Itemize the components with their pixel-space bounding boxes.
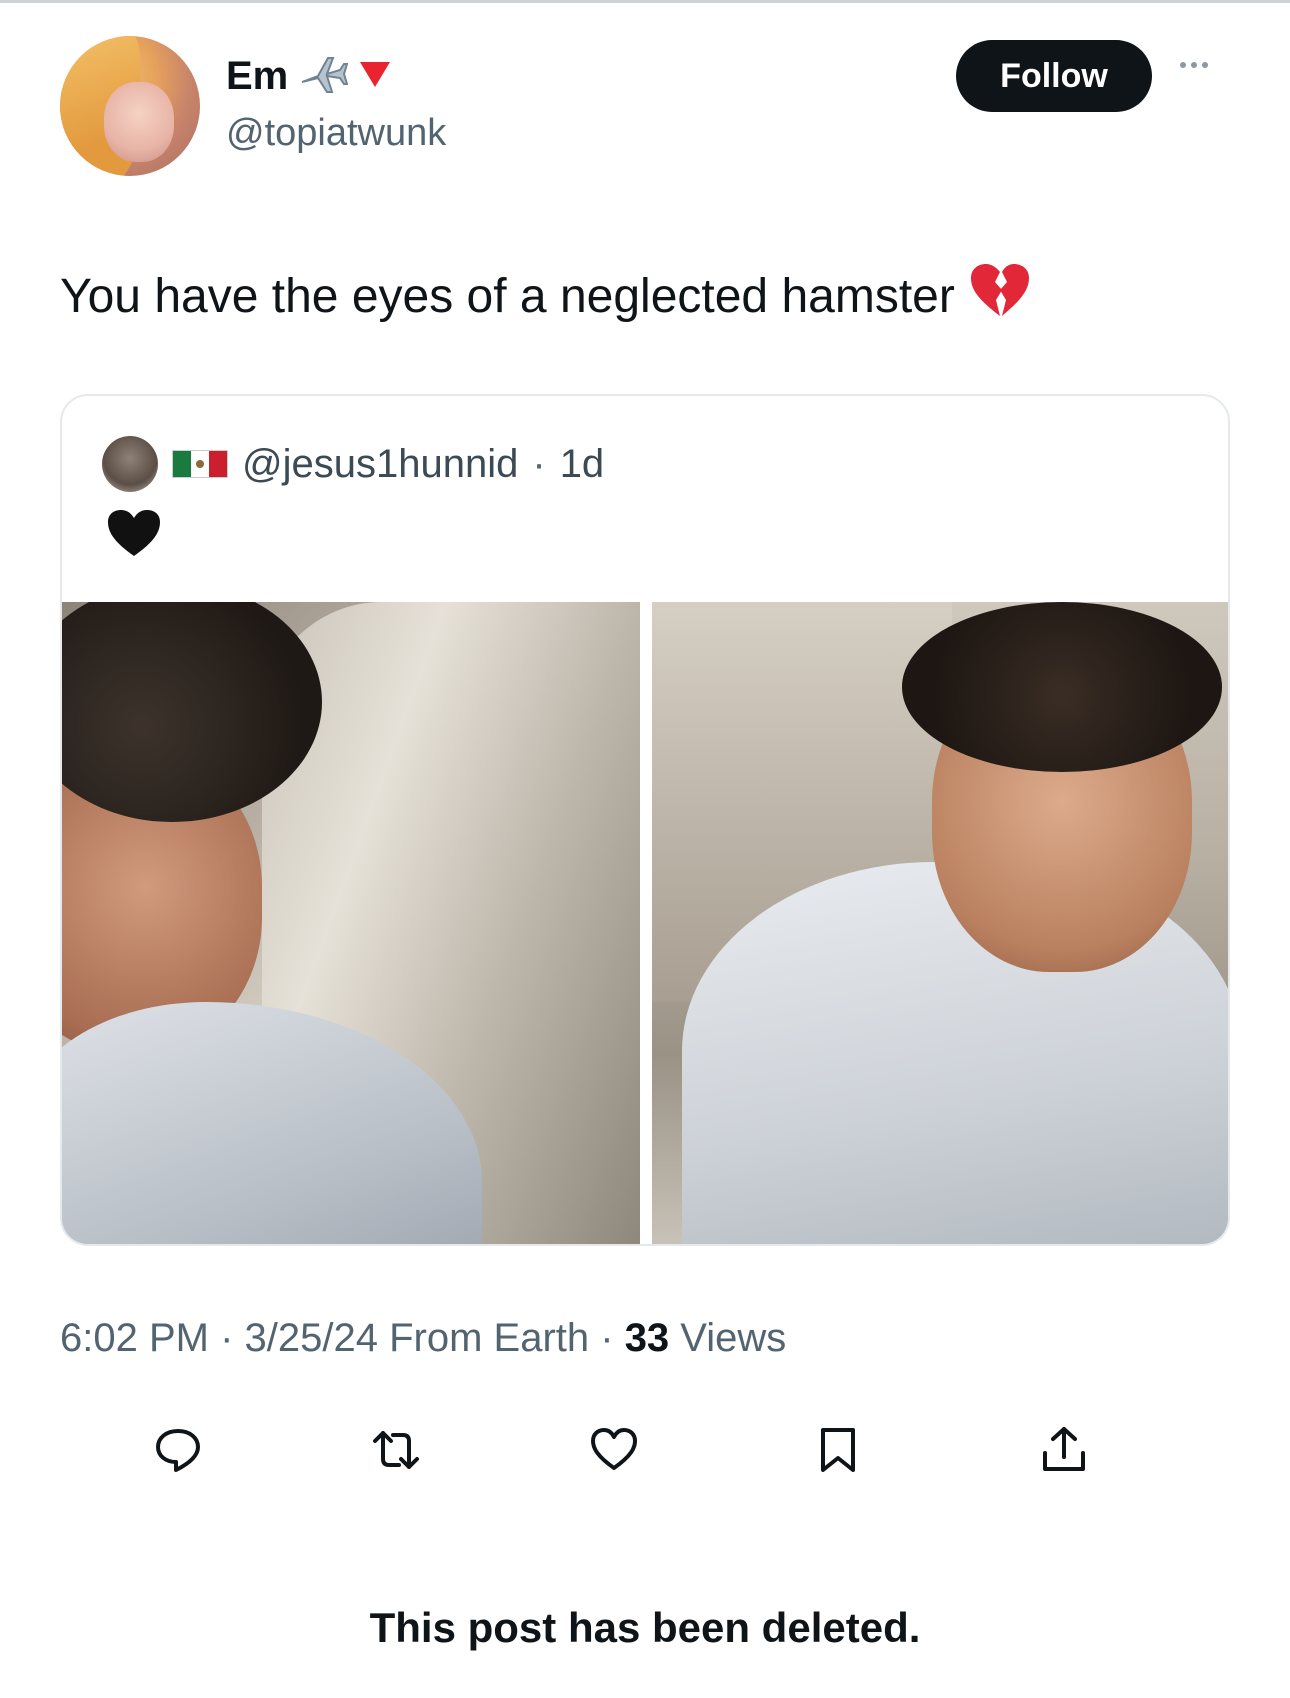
reply-icon[interactable]	[148, 1420, 208, 1480]
quoted-author-handle[interactable]: @jesus1hunnid	[242, 442, 518, 487]
quoted-author-avatar[interactable]	[102, 436, 158, 492]
bookmark-icon[interactable]	[808, 1420, 868, 1480]
quoted-post-card[interactable]: @jesus1hunnid · 1d	[60, 394, 1230, 1246]
post-header: Em @topiatwunk Follow	[0, 0, 1290, 200]
black-heart-icon	[106, 508, 162, 563]
author-avatar[interactable]	[60, 36, 200, 176]
follow-button[interactable]: Follow	[956, 40, 1152, 112]
views-count[interactable]: 33	[625, 1316, 670, 1360]
quoted-separator: ·	[532, 441, 546, 486]
more-options-icon[interactable]	[1180, 62, 1208, 68]
post-time[interactable]: 6:02 PM	[60, 1316, 209, 1360]
deleted-notice: This post has been deleted.	[369, 1604, 921, 1651]
mexico-flag-icon	[172, 450, 228, 478]
avatar-face	[104, 82, 174, 162]
share-icon[interactable]	[1034, 1420, 1094, 1480]
quoted-photo-left[interactable]	[62, 602, 640, 1244]
quoted-post-age: 1d	[559, 441, 605, 486]
views-label: Views	[669, 1316, 787, 1360]
post-meta: 6:02 PM · 3/25/24 From Earth · 33 Views	[60, 1316, 786, 1361]
author-name-row: Em	[226, 52, 392, 101]
meta-separator: ·	[208, 1316, 245, 1360]
meta-separator: ·	[589, 1316, 625, 1360]
like-icon[interactable]	[584, 1420, 644, 1480]
quoted-photo-right[interactable]	[652, 602, 1228, 1244]
red-triangle-icon	[358, 59, 392, 94]
post-source: From Earth	[377, 1316, 590, 1360]
repost-icon[interactable]	[366, 1420, 426, 1480]
tweet-text-content: You have the eyes of a neglected hamster	[60, 269, 955, 323]
author-handle[interactable]: @topiatwunk	[226, 112, 446, 155]
author-name[interactable]: Em	[226, 54, 288, 99]
tweet-text: You have the eyes of a neglected hamster	[60, 262, 1031, 330]
action-bar	[0, 1420, 1290, 1480]
quoted-post-header: @jesus1hunnid · 1d	[102, 436, 604, 492]
post-date[interactable]: 3/25/24	[245, 1316, 378, 1360]
broken-heart-icon	[969, 262, 1031, 330]
airplane-icon	[298, 52, 349, 101]
photo-hair	[902, 602, 1222, 772]
